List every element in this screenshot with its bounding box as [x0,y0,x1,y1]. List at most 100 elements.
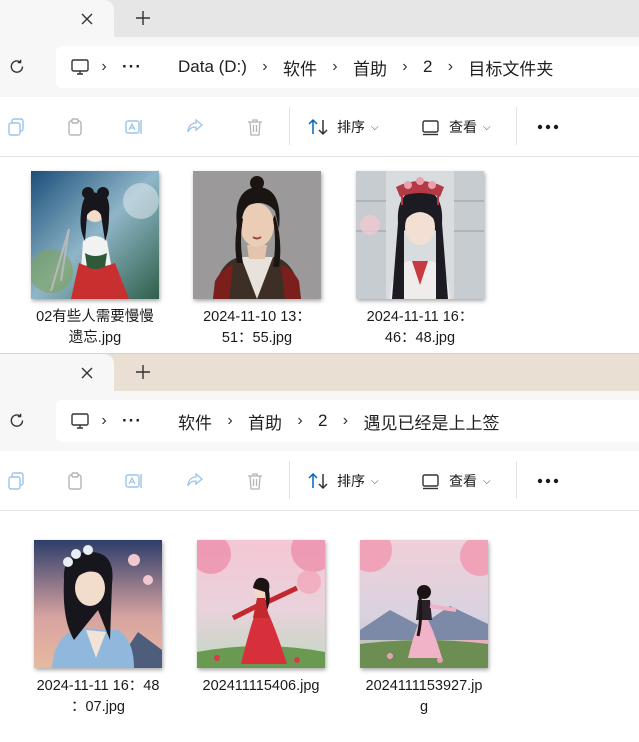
file-item[interactable]: 202411115406.jpg [186,540,336,697]
chevron-right-icon[interactable]: › [331,412,359,430]
chevron-right-icon[interactable]: › [436,58,464,76]
monitor-icon[interactable] [70,411,90,431]
more-folders-button[interactable]: ··· [118,57,146,77]
tab-active[interactable] [0,354,114,391]
file-name-line: 02有些人需要慢慢 [36,309,154,325]
address-bar[interactable]: › ··· Data (D:) › 软件 › 首助 › 2 › 目标文件夹 [56,46,639,88]
chevron-right-icon[interactable]: › [216,412,244,430]
file-name-line: 2024111153927.jp [365,678,483,694]
sort-icon [308,118,328,136]
file-item[interactable]: 2024-11-11 16：48 ：07.jpg [23,540,173,718]
image-thumbnail[interactable] [193,171,321,299]
file-name[interactable]: 2024-11-10 13： 51：55.jpg [182,307,332,349]
image-thumbnail[interactable] [34,540,162,668]
breadcrumb-item[interactable]: 软件 [174,409,216,434]
file-name[interactable]: 202411115406.jpg [186,676,336,697]
breadcrumb-item[interactable]: 2 [419,57,436,77]
tab-strip [0,354,639,391]
refresh-icon[interactable] [8,412,26,430]
file-name-line: g [419,699,429,715]
breadcrumb-item[interactable]: 首助 [244,409,286,434]
file-name[interactable]: 2024-11-11 16： 46：48.jpg [345,307,495,349]
trash-icon[interactable] [245,471,265,491]
rename-icon[interactable] [124,471,144,491]
chevron-down-icon: ⌵ [371,475,379,487]
view-button[interactable]: 查看 ⌵ [421,113,491,141]
address-bar[interactable]: › ··· 软件 › 首助 › 2 › 遇见已经是上上签 [56,400,639,442]
plus-icon[interactable] [133,8,153,28]
file-item[interactable]: 2024-11-10 13： 51：55.jpg [182,171,332,349]
divider [289,107,290,145]
breadcrumb-item[interactable]: Data (D:) [174,57,251,77]
file-view: 02有些人需要慢慢 遗忘.jpg 2024-11-10 13： 51：55.jpg [0,157,639,353]
file-name-line: 51：55.jpg [221,330,293,346]
close-icon[interactable] [77,363,97,383]
plus-icon[interactable] [133,362,153,382]
image-thumbnail[interactable] [360,540,488,668]
divider [516,107,517,145]
file-name-line: 2024-11-11 16： [366,309,474,325]
close-icon[interactable] [77,9,97,29]
view-button[interactable]: 查看 ⌵ [421,467,491,495]
sort-label: 排序 [337,119,365,135]
breadcrumb: › ··· 软件 › 首助 › 2 › 遇见已经是上上签 [70,400,503,442]
file-name-line: 46：48.jpg [384,330,456,346]
rename-icon[interactable] [124,117,144,137]
explorer-window-1: › ··· Data (D:) › 软件 › 首助 › 2 › 目标文件夹 排序 [0,0,639,353]
divider [289,461,290,499]
chevron-right-icon[interactable]: › [90,412,118,430]
breadcrumb-item[interactable]: 2 [314,411,331,431]
breadcrumb-item[interactable]: 遇见已经是上上签 [359,409,503,434]
chevron-right-icon[interactable]: › [321,58,349,76]
command-bar: 排序 ⌵ 查看 ⌵ [0,451,639,511]
chevron-right-icon[interactable]: › [391,58,419,76]
file-name[interactable]: 2024111153927.jp g [349,676,499,718]
view-icon [422,474,439,490]
refresh-icon[interactable] [8,58,26,76]
breadcrumb-item[interactable]: 目标文件夹 [464,55,557,80]
monitor-icon[interactable] [70,57,90,77]
divider [516,461,517,499]
breadcrumb-item[interactable]: 首助 [349,55,391,80]
view-icon [422,120,439,136]
file-name[interactable]: 2024-11-11 16：48 ：07.jpg [23,676,173,718]
breadcrumb-item[interactable]: 软件 [279,55,321,80]
share-icon[interactable] [185,471,205,491]
explorer-window-2: › ··· 软件 › 首助 › 2 › 遇见已经是上上签 排序 ⌵ 查看 ⌵ 2… [0,353,639,742]
navigation-bar: › ··· Data (D:) › 软件 › 首助 › 2 › 目标文件夹 [0,37,639,97]
image-thumbnail[interactable] [31,171,159,299]
file-name-line: 遗忘.jpg [68,330,122,346]
more-options-icon[interactable] [537,478,559,484]
image-thumbnail[interactable] [197,540,325,668]
more-folders-button[interactable]: ··· [118,411,146,431]
share-icon[interactable] [185,117,205,137]
file-item[interactable]: 2024111153927.jp g [349,540,499,718]
chevron-right-icon[interactable]: › [251,58,279,76]
sort-icon [308,472,328,490]
view-label: 查看 [449,473,477,489]
file-name-line: ：07.jpg [70,699,125,715]
copy-icon[interactable] [6,117,26,137]
file-name[interactable]: 02有些人需要慢慢 遗忘.jpg [20,307,170,349]
paste-icon[interactable] [65,471,85,491]
paste-icon[interactable] [65,117,85,137]
sort-button[interactable]: 排序 ⌵ [307,467,379,495]
copy-icon[interactable] [6,471,26,491]
chevron-right-icon[interactable]: › [286,412,314,430]
navigation-bar: › ··· 软件 › 首助 › 2 › 遇见已经是上上签 [0,391,639,451]
file-view: 2024-11-11 16：48：07.jpg 202411115406.jp [0,511,639,742]
chevron-down-icon: ⌵ [483,121,491,133]
more-options-icon[interactable] [537,124,559,130]
breadcrumb: › ··· Data (D:) › 软件 › 首助 › 2 › 目标文件夹 [70,46,557,88]
file-item[interactable]: 02有些人需要慢慢 遗忘.jpg [20,171,170,349]
sort-button[interactable]: 排序 ⌵ [307,113,379,141]
command-bar: 排序 ⌵ 查看 ⌵ [0,97,639,157]
file-name-line: 202411115406.jpg [202,678,320,694]
trash-icon[interactable] [245,117,265,137]
chevron-right-icon[interactable]: › [90,58,118,76]
file-name-line: 2024-11-11 16：48 [36,678,160,694]
tab-active[interactable] [0,0,114,37]
image-thumbnail[interactable] [356,171,484,299]
view-label: 查看 [449,119,477,135]
file-item[interactable]: 2024-11-11 16： 46：48.jpg [345,171,495,349]
